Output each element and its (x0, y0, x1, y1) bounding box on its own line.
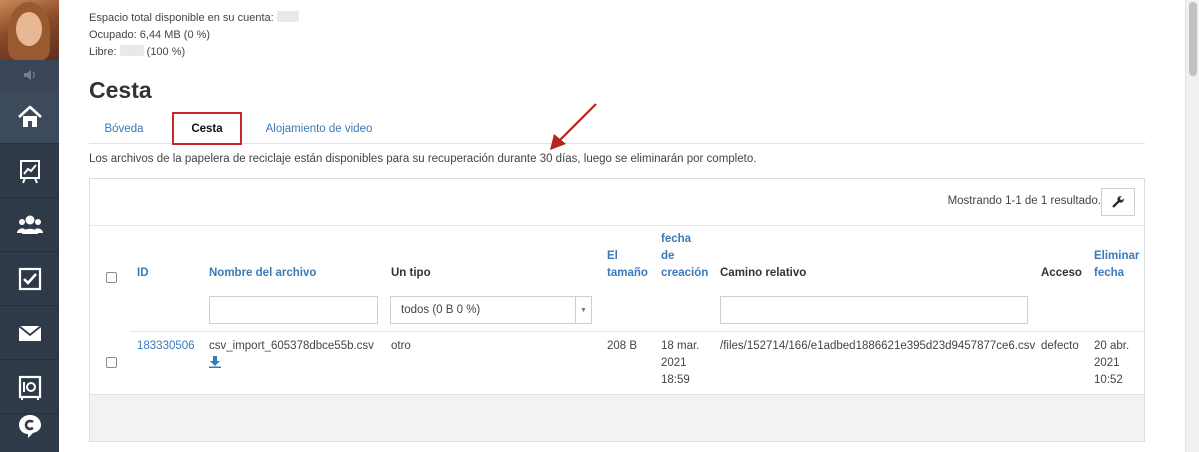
home-icon[interactable] (0, 90, 59, 144)
page-scrollbar[interactable] (1185, 0, 1199, 452)
filename-filter-input[interactable] (209, 296, 378, 324)
chevron-down-icon: ▼ (575, 297, 591, 323)
select-all-checkbox[interactable] (106, 272, 117, 283)
wrench-icon (1112, 196, 1124, 208)
column-header-deleted[interactable]: Eliminar fecha (1094, 248, 1139, 282)
tasks-checkbox-icon[interactable] (0, 252, 59, 306)
page-title: Cesta (89, 77, 152, 103)
column-header-size-line2: tamaño (607, 267, 648, 279)
path-filter-input[interactable] (720, 296, 1028, 324)
row-created-line3: 18:59 (661, 374, 690, 386)
row-id-link[interactable]: 183330506 (137, 338, 195, 355)
toolbar-divider (90, 225, 1144, 226)
tab-video-hosting[interactable]: Alojamiento de video (259, 113, 379, 145)
row-deleted-line1: 20 abr. (1094, 340, 1130, 352)
storage-total-value-redacted (276, 11, 299, 22)
grid-footer (90, 395, 1144, 441)
download-icon[interactable] (209, 356, 221, 368)
type-filter-value: todos (0 B 0 %) (401, 304, 481, 316)
row-deleted-date: 20 abr. 2021 10:52 (1094, 338, 1129, 389)
scrollbar-thumb[interactable] (1189, 2, 1197, 76)
column-header-path: Camino relativo (720, 267, 807, 279)
row-checkbox[interactable] (106, 357, 117, 368)
row-created-line1: 18 mar. (661, 340, 700, 352)
column-header-created-line1: fecha (661, 233, 692, 245)
storage-info: Espacio total disponible en su cuenta: O… (89, 10, 299, 61)
row-access: defecto (1041, 340, 1079, 352)
row-deleted-line3: 10:52 (1094, 374, 1123, 386)
chat-logo-icon[interactable] (0, 400, 59, 452)
type-filter-select[interactable]: todos (0 B 0 %) ▼ (390, 296, 592, 324)
column-header-type: Un tipo (391, 267, 431, 279)
retention-note: Los archivos de la papelera de reciclaje… (89, 153, 757, 165)
column-header-size-line1: El (607, 250, 618, 262)
grid-settings-button[interactable] (1101, 188, 1135, 216)
row-size: 208 B (607, 340, 638, 352)
row-created-date: 18 mar. 2021 18:59 (661, 338, 699, 389)
filter-divider (130, 331, 1144, 332)
main-content: Espacio total disponible en su cuenta: O… (89, 0, 1145, 452)
column-header-id[interactable]: ID (137, 265, 149, 282)
storage-total-label: Espacio total disponible en su cuenta: (89, 12, 274, 24)
files-grid: Mostrando 1-1 de 1 resultado. ID Nombre … (89, 178, 1145, 442)
storage-free-value-redacted (119, 45, 144, 56)
storage-used-value: 6,44 MB (0 %) (139, 29, 211, 41)
column-header-filename[interactable]: Nombre del archivo (209, 265, 316, 282)
column-header-size[interactable]: El tamaño (607, 248, 648, 282)
storage-used-label: Ocupado: (89, 29, 137, 41)
chart-icon[interactable] (0, 144, 59, 198)
result-count: Mostrando 1-1 de 1 resultado. (947, 195, 1101, 207)
row-deleted-line2: 2021 (1094, 357, 1120, 369)
tab-trash[interactable]: Cesta (172, 112, 242, 145)
column-header-created-line3: creación (661, 267, 709, 279)
sidebar (0, 0, 59, 452)
mail-icon[interactable] (0, 306, 59, 360)
storage-free-value: (100 %) (146, 46, 186, 58)
tab-bar: Bóveda Cesta Alojamiento de video (89, 112, 1145, 145)
sound-icon[interactable] (0, 60, 59, 90)
avatar[interactable] (0, 0, 59, 60)
users-icon[interactable] (0, 198, 59, 252)
column-header-created-line2: de (661, 250, 675, 262)
row-filename: csv_import_605378dbce55b.csv (209, 340, 374, 352)
tab-vault[interactable]: Bóveda (89, 113, 159, 145)
column-header-access: Acceso (1041, 267, 1082, 279)
storage-free-label: Libre: (89, 46, 117, 58)
row-path: /files/152714/166/e1adbed1886621e395d23d… (720, 340, 1036, 352)
annotation-arrow (550, 103, 597, 150)
column-header-created[interactable]: fecha de creación (661, 231, 708, 282)
column-header-deleted-line1: Eliminar (1094, 250, 1140, 262)
column-header-deleted-line2: fecha (1094, 267, 1125, 279)
row-type: otro (391, 340, 411, 352)
row-created-line2: 2021 (661, 357, 687, 369)
